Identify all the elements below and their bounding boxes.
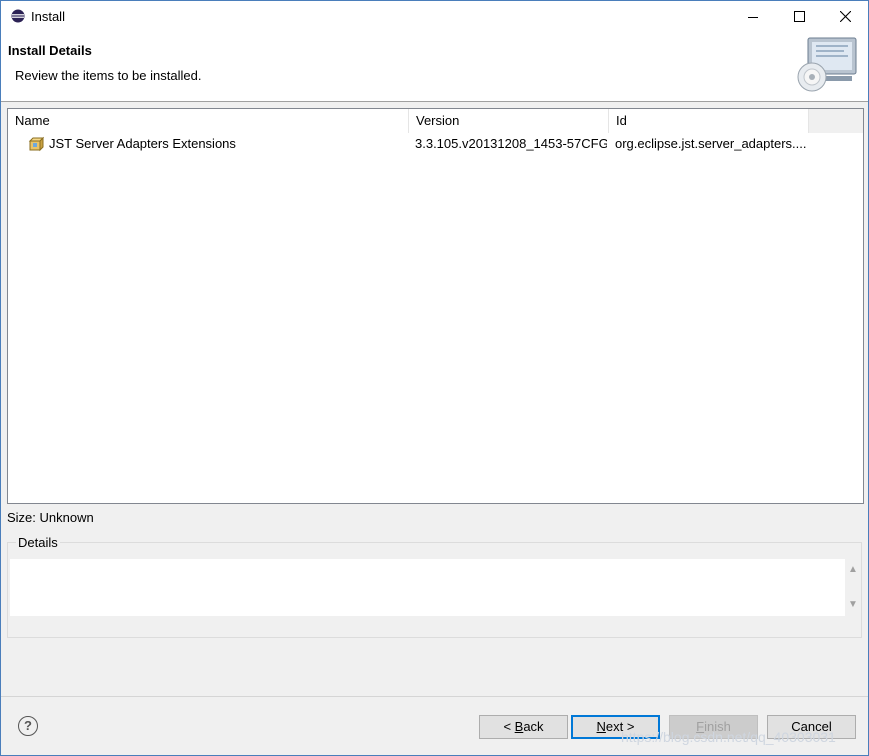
back-button-prefix: < — [503, 719, 515, 734]
scroll-up-icon[interactable]: ▲ — [848, 564, 858, 575]
window-title: Install — [31, 9, 65, 24]
install-size-label: Size: Unknown — [7, 510, 94, 525]
details-group: Details ▲ ▼ — [7, 535, 862, 638]
help-icon[interactable]: ? — [18, 716, 38, 736]
column-header-id[interactable]: Id — [609, 109, 809, 133]
watermark-text: https://blog.csdn.net/qq_40303031 — [621, 729, 836, 745]
details-scrollbar[interactable]: ▲ ▼ — [845, 559, 860, 616]
minimize-icon — [748, 16, 758, 18]
row-name-cell: JST Server Adapters Extensions — [28, 134, 408, 154]
footer-divider — [1, 696, 868, 697]
install-window: Install Install Details Review the items… — [0, 0, 869, 756]
column-header-name[interactable]: Name — [8, 109, 409, 133]
table-row[interactable]: JST Server Adapters Extensions 3.3.105.v… — [8, 134, 863, 154]
details-text-area[interactable] — [10, 559, 845, 616]
close-icon — [839, 11, 851, 22]
feature-package-icon — [28, 136, 44, 152]
table-header: Name Version Id — [8, 109, 863, 133]
title-bar: Install — [1, 1, 868, 32]
eclipse-logo-icon — [11, 9, 25, 23]
page-description: Review the items to be installed. — [15, 68, 202, 83]
back-button[interactable]: < Back — [479, 715, 568, 739]
minimize-button[interactable] — [730, 1, 776, 32]
page-title: Install Details — [8, 43, 92, 58]
row-id-cell: org.eclipse.jst.server_adapters.... — [615, 136, 807, 151]
scroll-down-icon[interactable]: ▼ — [848, 599, 858, 610]
next-button-mnemonic: N — [596, 719, 606, 734]
maximize-button[interactable] — [776, 1, 822, 32]
install-items-table[interactable]: Name Version Id JST Server Adapters Exte… — [7, 108, 864, 504]
maximize-icon — [793, 11, 805, 22]
details-legend: Details — [16, 535, 60, 550]
wizard-header: Install Details Review the items to be i… — [1, 32, 868, 102]
back-button-suffix: ack — [523, 719, 544, 734]
column-header-filler — [809, 109, 863, 133]
close-button[interactable] — [822, 1, 868, 32]
row-name-label: JST Server Adapters Extensions — [49, 136, 236, 151]
row-version-cell: 3.3.105.v20131208_1453-57CFG... — [415, 136, 607, 151]
column-header-version[interactable]: Version — [409, 109, 609, 133]
install-banner-icon — [797, 37, 857, 92]
